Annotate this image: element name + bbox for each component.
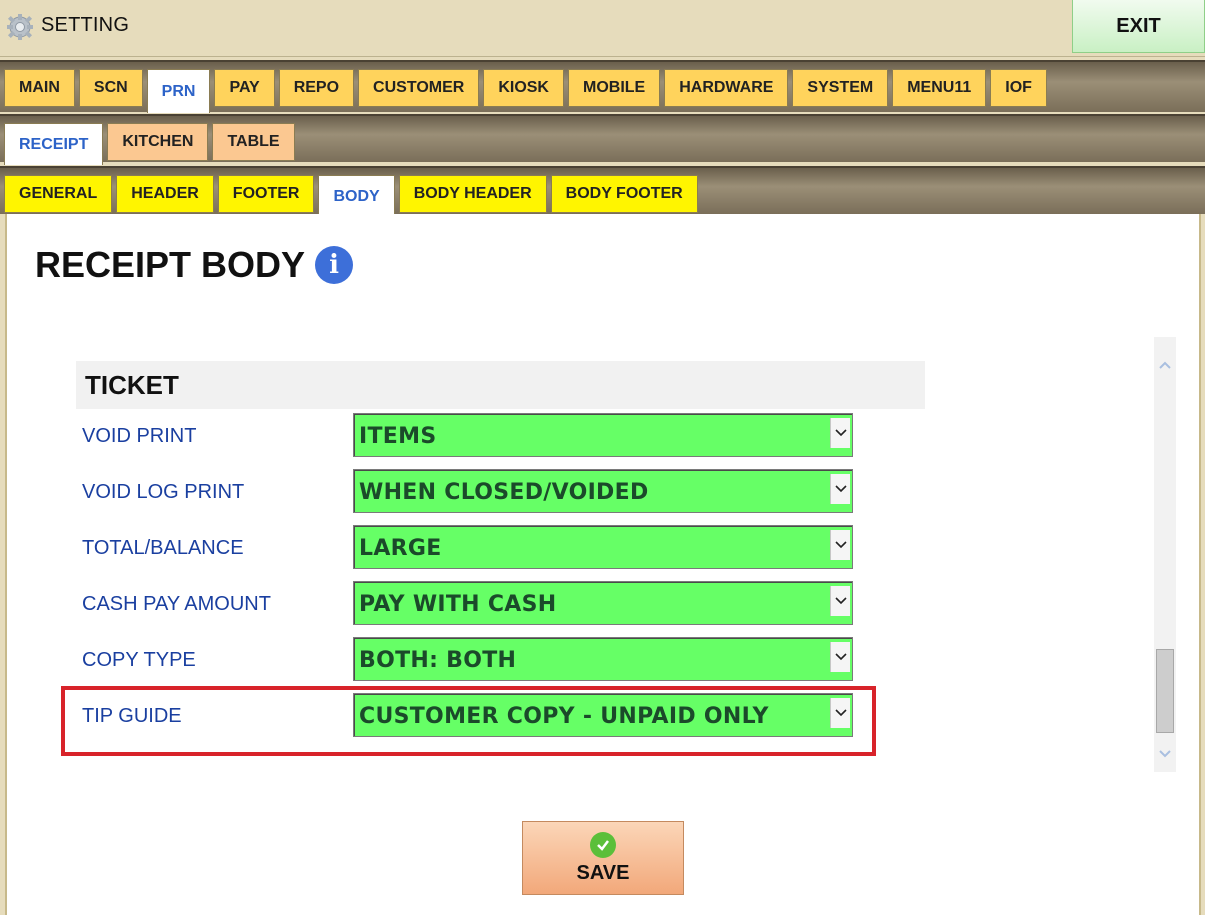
save-label: SAVE xyxy=(576,861,630,884)
window-title: SETTING xyxy=(41,14,130,36)
content-panel: RECEIPT BODY i TICKET VOID PRINT ITEMS VOI… xyxy=(5,214,1201,915)
vertical-scrollbar[interactable] xyxy=(1154,337,1176,772)
exit-button[interactable]: EXIT xyxy=(1072,0,1205,53)
page-title: RECEIPT BODY xyxy=(35,244,306,285)
tab-mobile[interactable]: MOBILE xyxy=(567,69,661,107)
gear-icon xyxy=(7,14,33,40)
scroll-down-icon[interactable] xyxy=(1154,744,1176,764)
save-button[interactable]: SAVE xyxy=(522,821,684,895)
title-bar: SETTING EXIT xyxy=(0,0,1205,57)
tab-menu11[interactable]: MENU11 xyxy=(892,69,987,107)
field-label: TOTAL/BALANCE xyxy=(82,537,244,559)
chevron-down-icon[interactable] xyxy=(830,586,850,616)
tab-repo[interactable]: REPO xyxy=(278,69,355,107)
section-tab-header[interactable]: HEADER xyxy=(116,175,214,213)
page-heading: RECEIPT BODY i xyxy=(35,244,354,286)
field-row-cash-pay-amount: CASH PAY AMOUNT PAY WITH CASH xyxy=(82,581,882,627)
check-icon xyxy=(590,831,616,858)
chevron-down-icon[interactable] xyxy=(830,530,850,560)
chevron-down-icon[interactable] xyxy=(830,642,850,672)
select-field[interactable]: BOTH: BOTH xyxy=(353,637,853,681)
tab-system[interactable]: SYSTEM xyxy=(792,69,889,107)
tab-iof[interactable]: IOF xyxy=(990,69,1047,107)
field-label: COPY TYPE xyxy=(82,649,196,671)
select-value: WHEN CLOSED/VOIDED xyxy=(359,480,649,505)
select-field[interactable]: WHEN CLOSED/VOIDED xyxy=(353,469,853,513)
select-value: PAY WITH CASH xyxy=(359,592,557,617)
main-tab-bar: MAIN SCN PRN PAY REPO CUSTOMER KIOSK MOBILE HARD… xyxy=(0,60,1205,113)
tab-customer[interactable]: CUSTOMER xyxy=(358,69,480,107)
field-row-total-balance: TOTAL/BALANCE LARGE xyxy=(82,525,882,571)
tab-scn[interactable]: SCN xyxy=(78,69,143,107)
tab-hardware[interactable]: HARDWARE xyxy=(664,69,789,107)
section-tab-footer[interactable]: FOOTER xyxy=(217,175,315,213)
scroll-up-icon[interactable] xyxy=(1154,355,1176,375)
section-tab-bar: GENERAL HEADER FOOTER BODY BODY HEADER BODY F… xyxy=(0,166,1205,217)
tab-pay[interactable]: PAY xyxy=(214,69,275,107)
tab-main[interactable]: MAIN xyxy=(4,69,75,107)
sub-tab-bar: RECEIPT KITCHEN TABLE xyxy=(0,114,1205,165)
section-tab-body[interactable]: BODY xyxy=(318,175,395,217)
field-label: CASH PAY AMOUNT xyxy=(82,593,271,615)
subtab-table[interactable]: TABLE xyxy=(212,123,295,161)
field-label: VOID LOG PRINT xyxy=(82,481,245,503)
field-label: VOID PRINT xyxy=(82,425,197,447)
select-field[interactable]: LARGE xyxy=(353,525,853,569)
info-icon[interactable]: i xyxy=(315,246,354,284)
subtab-receipt[interactable]: RECEIPT xyxy=(4,123,104,165)
select-value: BOTH: BOTH xyxy=(359,648,517,673)
subtab-kitchen[interactable]: KITCHEN xyxy=(107,123,209,161)
section-title: TICKET xyxy=(76,361,925,409)
field-row-void-log-print: VOID LOG PRINT WHEN CLOSED/VOIDED xyxy=(82,469,882,515)
select-field[interactable]: ITEMS xyxy=(353,413,853,457)
section-tab-body-footer[interactable]: BODY FOOTER xyxy=(550,175,698,213)
section-tab-general[interactable]: GENERAL xyxy=(4,175,113,213)
scroll-thumb[interactable] xyxy=(1156,649,1174,733)
select-value: LARGE xyxy=(359,536,442,561)
select-field[interactable]: PAY WITH CASH xyxy=(353,581,853,625)
highlight-box xyxy=(61,686,876,756)
chevron-down-icon[interactable] xyxy=(830,474,850,504)
section-tab-body-header[interactable]: BODY HEADER xyxy=(398,175,547,213)
select-value: ITEMS xyxy=(359,424,437,449)
tab-kiosk[interactable]: KIOSK xyxy=(483,69,564,107)
chevron-down-icon[interactable] xyxy=(830,418,850,448)
field-row-copy-type: COPY TYPE BOTH: BOTH xyxy=(82,637,882,683)
field-row-void-print: VOID PRINT ITEMS xyxy=(82,413,882,459)
tab-prn[interactable]: PRN xyxy=(146,69,211,113)
